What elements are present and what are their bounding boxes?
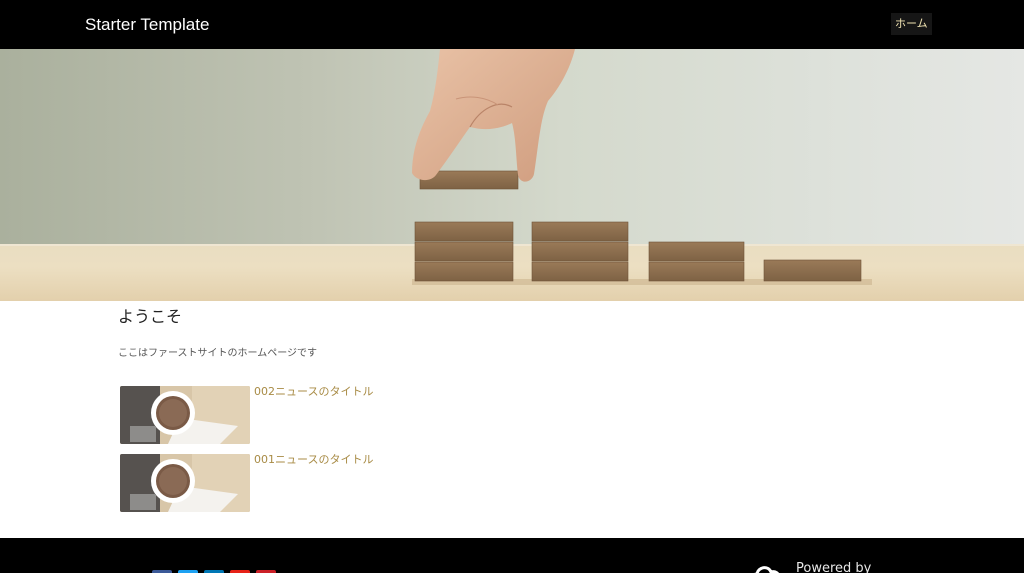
welcome-heading: ようこそ <box>118 307 183 326</box>
hero-banner <box>0 49 1024 301</box>
block-stack-3 <box>648 241 745 282</box>
block-stack-2 <box>531 221 629 282</box>
news-thumbnail-coffee[interactable] <box>120 386 250 444</box>
news-thumbnail-coffee[interactable] <box>120 454 250 512</box>
news-title-link[interactable]: 002ニュースのタイトル <box>254 384 373 400</box>
top-navbar: Starter Template ホーム <box>0 0 1024 49</box>
news-title-link[interactable]: 001ニュースのタイトル <box>254 452 373 468</box>
block-stack-4 <box>763 259 862 282</box>
site-brand-link[interactable]: Starter Template <box>85 14 209 36</box>
block-stack-1 <box>414 221 514 282</box>
news-item: 001ニュースのタイトル <box>120 452 420 512</box>
welcome-intro-text: ここはファーストサイトのホームページです <box>118 348 317 359</box>
powered-by-text: Powered by <box>796 561 872 573</box>
news-item: 002ニュースのタイトル <box>120 384 420 444</box>
nav-item-home[interactable]: ホーム <box>891 13 932 35</box>
powered-by-badge[interactable]: Powered by <box>750 561 900 573</box>
hero-image <box>412 49 872 285</box>
cloud-logo-icon <box>754 566 780 573</box>
hand-illustration <box>412 49 575 182</box>
site-footer: Powered by <box>0 538 1024 573</box>
